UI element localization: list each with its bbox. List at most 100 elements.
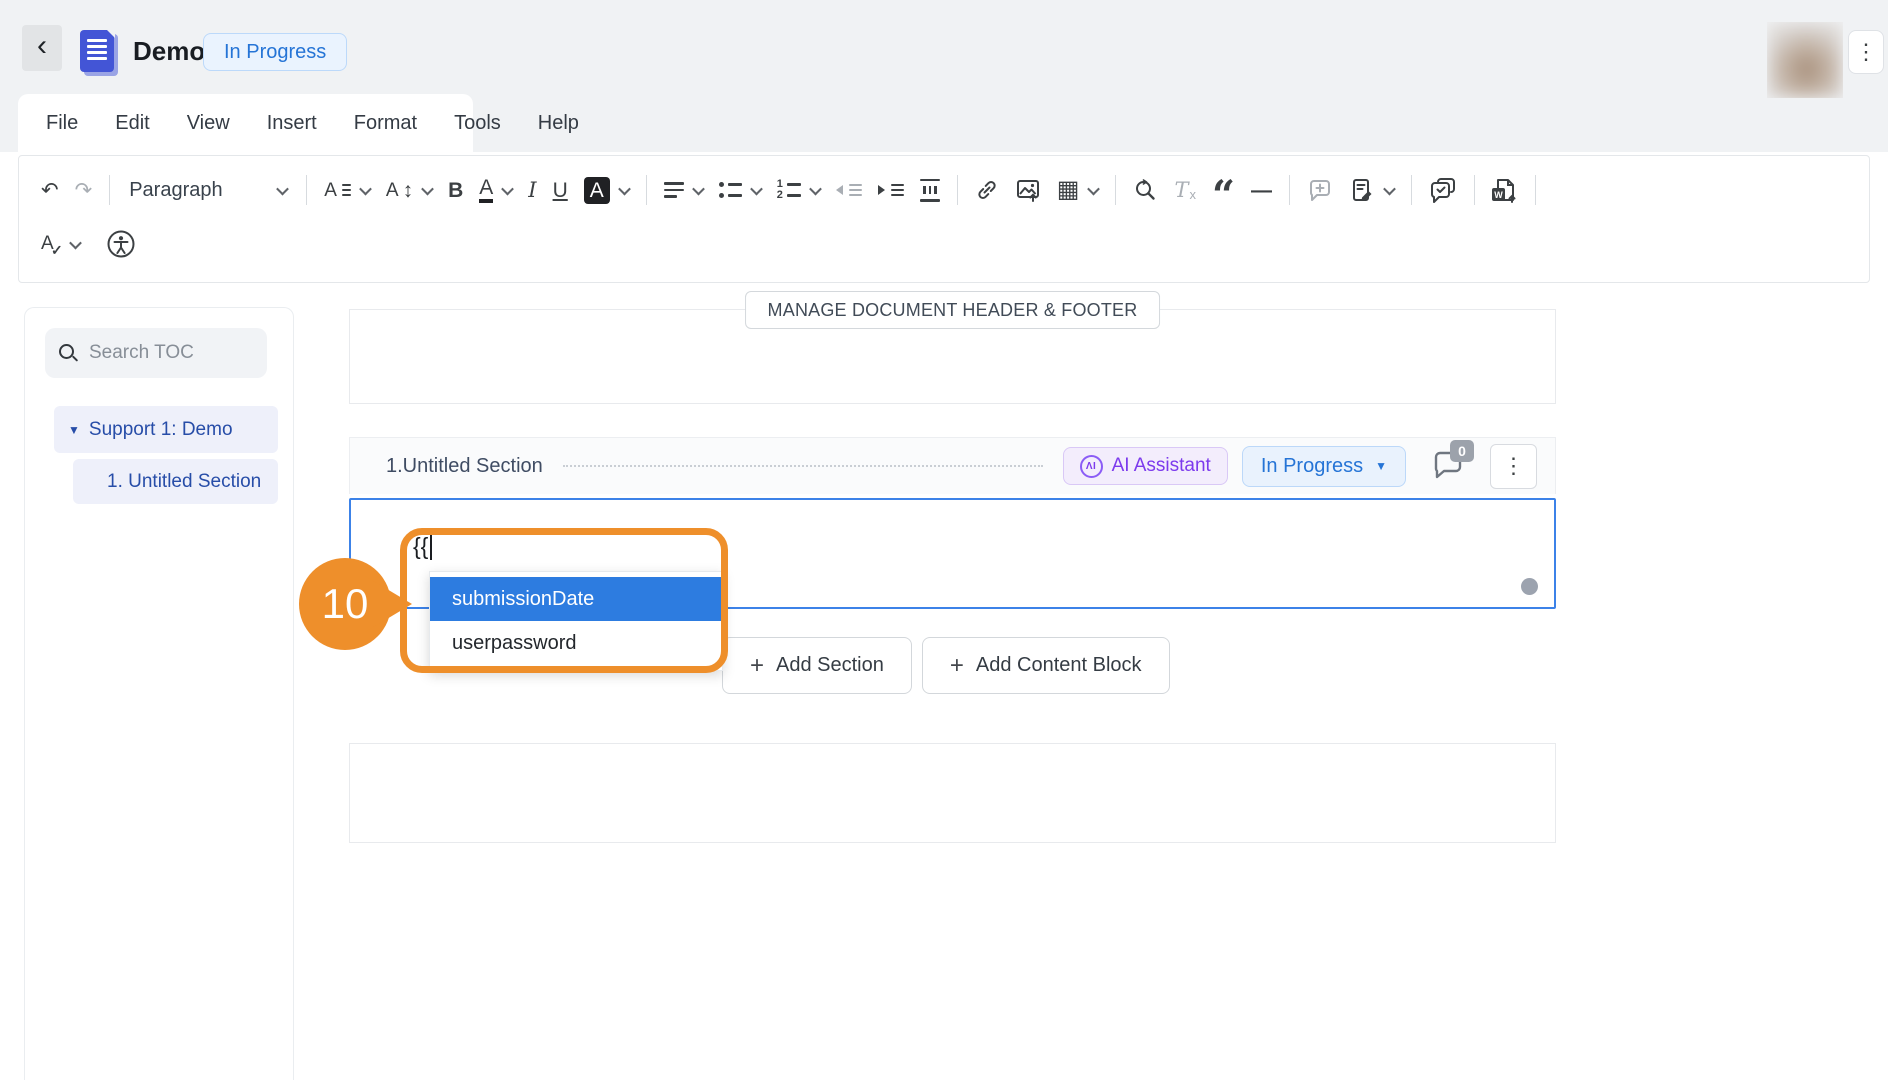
avatar[interactable]	[1767, 22, 1843, 98]
chevron-down-icon	[809, 182, 822, 195]
horizontal-rule-icon[interactable]: —	[1243, 175, 1280, 206]
redo-icon[interactable]: ↷	[67, 175, 101, 206]
autocomplete-item-userpassword[interactable]: userpassword	[430, 621, 722, 665]
text-color-dropdown[interactable]: A	[471, 172, 520, 208]
caret-down-icon: ▼	[1375, 459, 1387, 473]
import-word-icon[interactable]: W	[1484, 172, 1526, 208]
show-comments-icon[interactable]	[1421, 172, 1465, 209]
underline-icon[interactable]: U	[545, 175, 576, 206]
ai-assistant-icon: ΛI	[1080, 455, 1103, 478]
blockquote-icon[interactable]: “	[1204, 171, 1243, 209]
menu-tools[interactable]: Tools	[454, 112, 501, 135]
font-family-lines	[342, 184, 351, 196]
plus-icon: +	[950, 654, 964, 678]
search-icon	[59, 344, 77, 362]
bulleted-list-dropdown[interactable]	[711, 177, 769, 203]
italic-icon[interactable]: I	[520, 175, 544, 206]
manage-header-footer-button[interactable]: MANAGE DOCUMENT HEADER & FOOTER	[745, 291, 1161, 329]
highlight-color-dropdown[interactable]: A	[576, 172, 637, 209]
font-family-dropdown[interactable]: A	[316, 176, 378, 205]
autocomplete-item-submissiondate[interactable]: submissionDate	[430, 577, 722, 621]
font-size-icon: A	[386, 181, 399, 200]
bulleted-list-icon	[719, 182, 742, 198]
image-glyph	[1015, 177, 1041, 203]
page-break-glyph	[920, 179, 940, 202]
toc-item-label: Support 1: Demo	[89, 419, 233, 441]
page-break-icon[interactable]	[912, 174, 948, 207]
font-size-dropdown[interactable]: A ↕	[378, 175, 440, 206]
track-changes-glyph	[1349, 177, 1375, 203]
typed-text-value: {{	[413, 533, 428, 560]
chevron-down-icon	[276, 182, 289, 195]
toc-search-box[interactable]	[45, 328, 267, 378]
toolbar-divider	[1474, 175, 1475, 205]
document-footer-area[interactable]	[349, 743, 1556, 843]
align-dropdown[interactable]	[656, 177, 711, 203]
chevron-down-icon	[750, 182, 763, 195]
spellcheck-icon: A ✓	[41, 233, 54, 255]
add-section-label: Add Section	[776, 654, 884, 677]
avatar-image	[1767, 22, 1843, 98]
chevron-left-icon: ‹	[37, 31, 47, 61]
toolbar-divider	[1289, 175, 1290, 205]
bold-icon[interactable]: B	[440, 175, 471, 206]
add-section-button[interactable]: + Add Section	[722, 637, 912, 694]
chevron-down-icon	[1088, 182, 1101, 195]
word-w-glyph: W	[1492, 188, 1505, 201]
kebab-icon: ⋮	[1503, 453, 1525, 479]
toolbar-divider	[957, 175, 958, 205]
sidebar-item-support-demo[interactable]: ▼ Support 1: Demo	[54, 406, 278, 453]
comment-count-badge: 0	[1450, 440, 1474, 462]
section-comments-button[interactable]: 0	[1430, 449, 1466, 483]
add-content-block-button[interactable]: + Add Content Block	[922, 637, 1170, 694]
add-comment-icon[interactable]	[1299, 172, 1341, 208]
link-icon[interactable]	[967, 173, 1007, 207]
top-kebab-menu-button[interactable]: ⋮	[1848, 30, 1884, 74]
accessibility-checker-icon[interactable]	[98, 224, 144, 264]
sidebar-item-untitled-section[interactable]: 1. Untitled Section	[73, 459, 278, 504]
undo-icon[interactable]: ↶	[33, 175, 67, 206]
indent-glyph	[878, 184, 904, 196]
menu-format[interactable]: Format	[354, 112, 417, 135]
find-and-replace-icon[interactable]	[1125, 173, 1166, 208]
table-icon: ▦	[1057, 178, 1080, 202]
font-family-icon: A	[324, 181, 337, 200]
plus-icon: +	[750, 654, 764, 678]
redo-glyph: ↷	[75, 180, 93, 201]
link-glyph	[975, 178, 999, 202]
menu-help[interactable]: Help	[538, 112, 579, 135]
indent-icon[interactable]	[870, 179, 912, 201]
section-status-dropdown[interactable]: In Progress ▼	[1242, 446, 1406, 487]
menu-bar: File Edit View Insert Format Tools Help	[18, 94, 473, 152]
spellcheck-dropdown[interactable]: A ✓	[33, 228, 88, 260]
text-cursor	[430, 534, 432, 560]
numbered-list-icon: 1 2	[777, 182, 801, 198]
track-changes-dropdown[interactable]	[1341, 172, 1402, 208]
variable-autocomplete-dropdown: submissionDate userpassword	[429, 571, 723, 671]
ai-assistant-button[interactable]: ΛI AI Assistant	[1063, 447, 1228, 485]
search-input[interactable]	[89, 342, 249, 364]
paragraph-style-value: Paragraph	[129, 179, 222, 202]
num1-glyph: 1	[777, 182, 783, 187]
menu-file[interactable]: File	[46, 112, 78, 135]
section-kebab-menu-button[interactable]: ⋮	[1490, 444, 1537, 489]
section-status-value: In Progress	[1261, 455, 1363, 478]
outdent-glyph	[836, 184, 862, 196]
chevron-down-icon	[501, 182, 514, 195]
spellcheck-check-glyph: ✓	[51, 242, 63, 259]
insert-table-dropdown[interactable]: ▦	[1049, 173, 1107, 207]
document-header-area[interactable]: MANAGE DOCUMENT HEADER & FOOTER	[349, 309, 1556, 404]
menu-edit[interactable]: Edit	[115, 112, 149, 135]
numbered-list-dropdown[interactable]: 1 2	[769, 177, 828, 203]
menu-insert[interactable]: Insert	[267, 112, 317, 135]
formatting-toolbar: ↶ ↷ Paragraph A A ↕ B A I	[18, 155, 1870, 283]
clear-formatting-icon[interactable]: T x	[1166, 175, 1204, 206]
chevron-down-icon	[421, 182, 434, 195]
toolbar-divider	[1535, 175, 1536, 205]
outdent-icon[interactable]	[828, 179, 870, 201]
paragraph-style-dropdown[interactable]: Paragraph	[119, 174, 297, 207]
menu-view[interactable]: View	[187, 112, 230, 135]
resize-handle[interactable]	[1521, 578, 1538, 595]
back-button[interactable]: ‹	[22, 25, 62, 71]
insert-image-icon[interactable]	[1007, 172, 1049, 208]
